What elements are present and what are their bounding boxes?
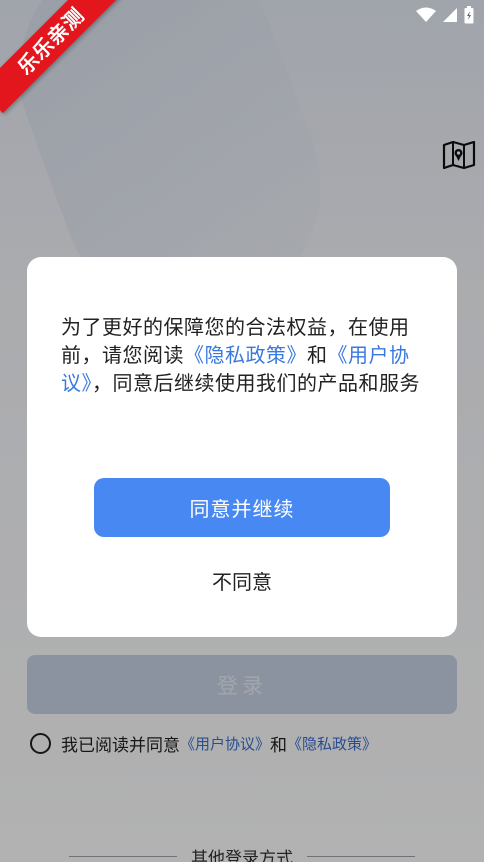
- disagree-button[interactable]: 不同意: [167, 562, 317, 598]
- agree-continue-button[interactable]: 同意并继续: [94, 478, 390, 537]
- status-icons: [416, 6, 474, 24]
- dialog-privacy-link[interactable]: 《隐私政策》: [184, 343, 307, 367]
- dialog-message-part2: ，同意后继续使用我们的产品和服务: [92, 371, 420, 395]
- battery-icon: [464, 6, 474, 24]
- dialog-message: 为了更好的保障您的合法权益，在使用前，请您阅读《隐私政策》和《用户协议》，同意后…: [61, 313, 423, 397]
- dialog-and-text: 和: [307, 343, 328, 367]
- wifi-icon: [416, 7, 436, 23]
- privacy-dialog: 为了更好的保障您的合法权益，在使用前，请您阅读《隐私政策》和《用户协议》，同意后…: [27, 257, 457, 637]
- signal-icon: [442, 7, 458, 23]
